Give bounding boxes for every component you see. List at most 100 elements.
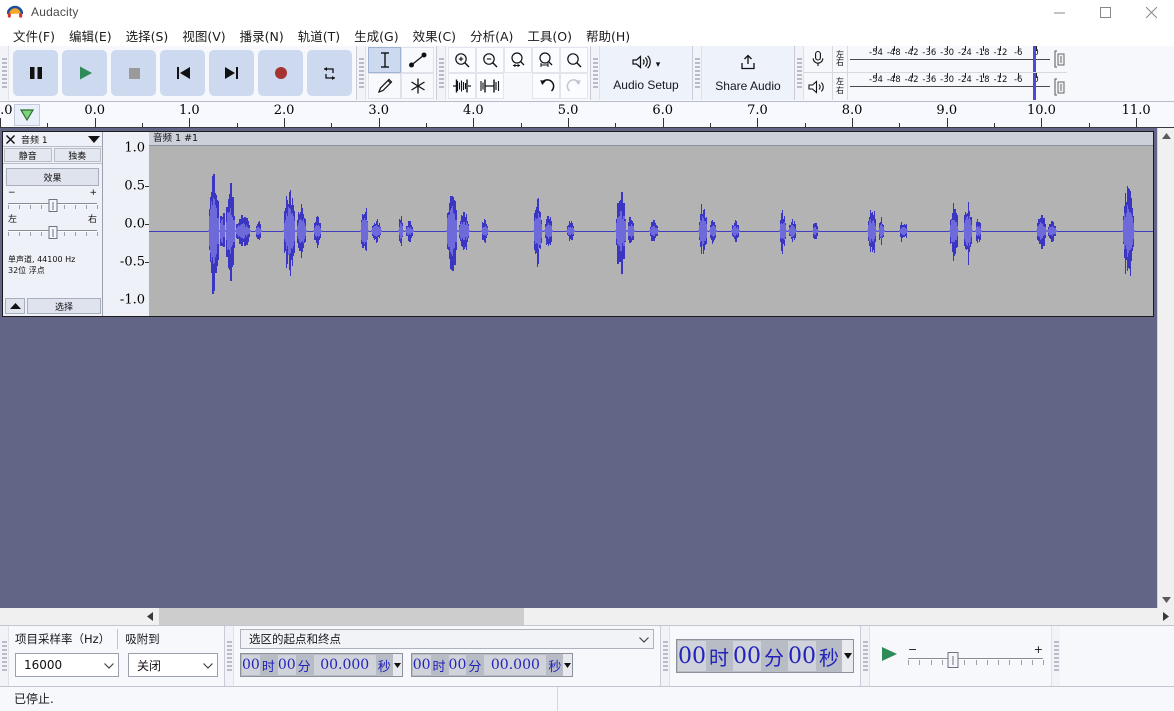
silence-audio-button[interactable] <box>476 73 504 99</box>
fit-project-button[interactable] <box>532 47 560 73</box>
menu-analyze[interactable]: 分析(A) <box>463 24 520 47</box>
selection-start-hours[interactable]: 00 <box>242 655 260 675</box>
selection-end-stepper[interactable] <box>563 654 573 676</box>
play-speed-thumb[interactable] <box>947 652 959 668</box>
play-button[interactable] <box>62 50 107 96</box>
gain-slider-thumb[interactable] <box>48 199 57 212</box>
chevron-down-icon[interactable] <box>1158 591 1174 608</box>
pinned-play-head-icon[interactable] <box>14 104 40 126</box>
selection-start-seconds[interactable]: 00.000 <box>313 655 376 675</box>
horizontal-scroll-track[interactable] <box>159 608 1157 625</box>
selection-start-field[interactable]: 00 时 00 分 00.000 秒 <box>240 653 403 677</box>
playback-meter-bar[interactable]: -54 -48 -42 -36 -30 -24 -18 -12 -6 0 <box>847 73 1052 100</box>
zoom-in-button[interactable] <box>448 47 476 73</box>
zoom-out-button[interactable] <box>476 47 504 73</box>
play-at-speed-grip[interactable] <box>861 626 870 686</box>
select-track-button[interactable]: 选择 <box>27 298 101 314</box>
skip-to-start-button[interactable] <box>160 50 205 96</box>
selection-end-hours[interactable]: 00 <box>412 655 431 675</box>
selection-start-stepper[interactable] <box>392 654 402 676</box>
fit-selection-button[interactable] <box>504 47 532 73</box>
horizontal-scrollbar[interactable] <box>0 608 1174 625</box>
mute-button[interactable]: 静音 <box>4 148 52 162</box>
audio-setup-button[interactable]: ▾ Audio Setup <box>600 46 692 100</box>
chevron-down-icon[interactable] <box>639 632 649 646</box>
minimize-button[interactable] <box>1036 0 1082 24</box>
selection-start-minutes[interactable]: 00 <box>277 655 296 675</box>
gain-slider[interactable]: − + <box>8 189 98 213</box>
recording-meter-bar[interactable]: -54 -48 -42 -36 -30 -24 -18 -12 -6 0 <box>847 46 1052 72</box>
horizontal-scroll-thumb[interactable] <box>159 608 524 625</box>
zoom-toggle-button[interactable] <box>560 47 588 73</box>
maximize-button[interactable] <box>1082 0 1128 24</box>
menu-generate[interactable]: 生成(G) <box>347 24 405 47</box>
track-name-label[interactable]: 音频 1 <box>18 133 86 146</box>
share-audio-grip[interactable] <box>693 46 702 100</box>
selection-tool[interactable] <box>368 47 401 73</box>
waveform-display[interactable] <box>149 146 1153 316</box>
multi-tool[interactable] <box>401 73 434 99</box>
loop-button[interactable] <box>307 50 352 96</box>
menu-select[interactable]: 选择(S) <box>119 24 176 47</box>
audio-setup-grip[interactable] <box>591 46 600 100</box>
share-audio-button[interactable]: Share Audio <box>702 46 794 100</box>
timeline-ruler[interactable]: -1.0 0.0 1.0 2.0 3.0 4.0 5.0 6.0 7.0 8.0 9.0 10.0 11… <box>0 102 1174 128</box>
waveform-pane[interactable]: 音频 1 #1 <box>149 132 1153 316</box>
menu-transport[interactable]: 播录(N) <box>233 24 291 47</box>
envelope-tool[interactable] <box>401 47 434 73</box>
audio-position-grip[interactable] <box>661 626 670 686</box>
menu-effect[interactable]: 效果(C) <box>406 24 463 47</box>
selection-toolbar-grip[interactable] <box>225 626 234 686</box>
audio-position-stepper[interactable] <box>842 640 853 672</box>
close-button[interactable] <box>1128 0 1174 24</box>
pan-slider-thumb[interactable] <box>48 226 57 239</box>
skip-to-end-button[interactable] <box>209 50 254 96</box>
recording-meter-handle[interactable] <box>1052 46 1067 72</box>
chevron-down-icon[interactable] <box>86 135 102 143</box>
selection-end-minutes[interactable]: 00 <box>448 655 467 675</box>
playback-meter[interactable]: 左右 -54 -48 -42 -36 -30 -24 -18 -12 -6 0 <box>804 73 1067 100</box>
snap-to-combo[interactable]: 关闭 <box>128 653 218 677</box>
playback-meter-handle[interactable] <box>1052 73 1067 100</box>
record-button[interactable] <box>258 50 303 96</box>
menu-edit[interactable]: 编辑(E) <box>62 24 119 47</box>
effects-button[interactable]: 效果 <box>6 168 99 186</box>
play-at-speed-grip-right[interactable] <box>1051 626 1060 686</box>
close-icon[interactable] <box>3 134 18 144</box>
selection-end-seconds[interactable]: 00.000 <box>484 655 547 675</box>
solo-button[interactable]: 独奏 <box>53 148 101 162</box>
undo-button[interactable] <box>532 73 560 99</box>
project-rate-combo[interactable]: 16000 <box>15 653 119 677</box>
chevron-up-icon[interactable] <box>5 298 25 314</box>
time-toolbar-grip[interactable] <box>0 626 9 686</box>
draw-tool[interactable] <box>368 73 401 99</box>
stop-button[interactable] <box>111 50 156 96</box>
audio-position-minutes[interactable]: 00 <box>733 641 761 671</box>
transport-toolbar-grip[interactable] <box>0 46 9 100</box>
pan-slider[interactable]: 左 右 <box>8 216 98 240</box>
vertical-scrollbar[interactable] <box>1157 128 1174 608</box>
play-at-speed-button[interactable] <box>878 644 900 669</box>
tools-toolbar-grip[interactable] <box>357 46 366 100</box>
menu-help[interactable]: 帮助(H) <box>579 24 637 47</box>
meter-toolbar-grip[interactable] <box>795 46 804 100</box>
audio-position-hours[interactable]: 00 <box>678 641 706 671</box>
audio-position-field[interactable]: 00 时 00 分 00 秒 <box>676 639 854 673</box>
menu-file[interactable]: 文件(F) <box>6 24 62 47</box>
recording-meter[interactable]: 左右 -54 -48 -42 -36 -30 -24 -18 -12 -6 0 <box>804 46 1067 73</box>
menu-tools[interactable]: 工具(O) <box>520 24 579 47</box>
menu-tracks[interactable]: 轨道(T) <box>291 24 347 47</box>
chevron-up-icon[interactable] <box>1158 128 1174 145</box>
redo-button[interactable] <box>560 73 588 99</box>
menu-view[interactable]: 视图(V) <box>175 24 232 47</box>
edit-toolbar-grip[interactable] <box>437 46 446 100</box>
play-speed-slider[interactable]: − + <box>908 643 1044 669</box>
timeline-minor-tick <box>47 123 49 127</box>
trim-audio-button[interactable] <box>448 73 476 99</box>
chevron-right-icon[interactable] <box>1157 608 1174 625</box>
selection-end-field[interactable]: 00 时 00 分 00.000 秒 <box>410 653 574 677</box>
pause-button[interactable] <box>13 50 58 96</box>
clip-title-bar[interactable]: 音频 1 #1 <box>149 132 1153 146</box>
chevron-left-icon[interactable] <box>142 608 159 625</box>
audio-position-seconds[interactable]: 00 <box>788 641 816 671</box>
